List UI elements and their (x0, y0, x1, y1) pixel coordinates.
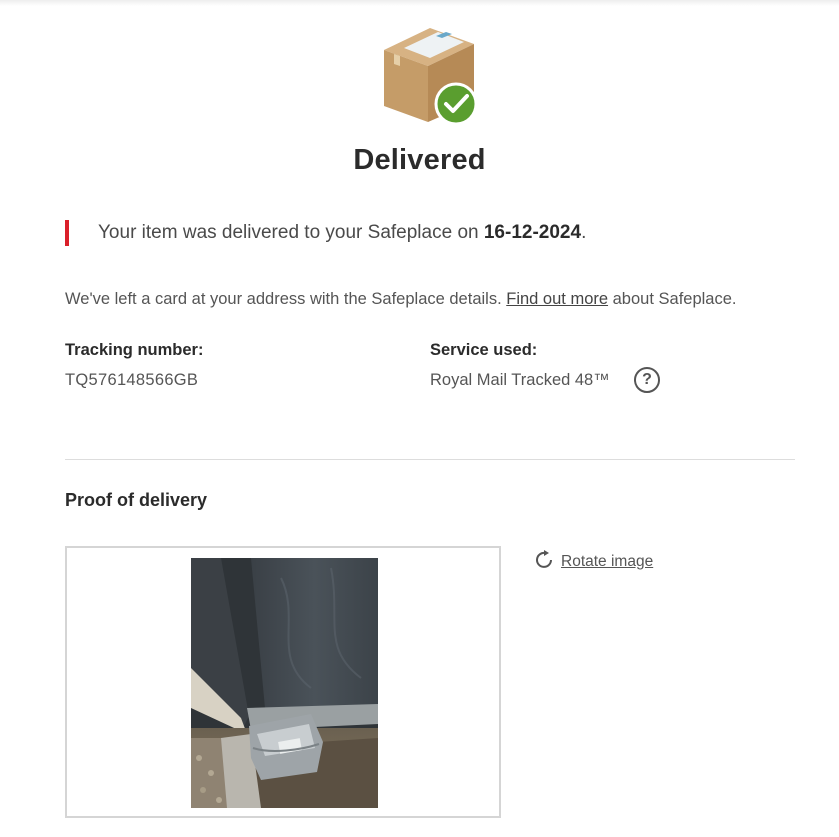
service-used-value: Royal Mail Tracked 48™ (430, 371, 610, 389)
top-shadow-bar (0, 0, 839, 6)
delivery-date: 16-12-2024 (483, 222, 582, 243)
notice-suffix: . (581, 222, 587, 243)
service-used-label: Service used: (430, 341, 538, 359)
find-out-more-link[interactable]: Find out more (506, 290, 608, 308)
notice-text: Your item was delivered to your Safeplac… (98, 222, 484, 243)
rotate-image-label: Rotate image (561, 553, 654, 570)
rotate-image-link[interactable]: Rotate image (535, 550, 653, 572)
question-icon[interactable]: ? (634, 367, 660, 393)
tracking-number-value: TQ576148566GB (65, 371, 199, 389)
rotate-icon (536, 550, 552, 568)
card-message-tail: about Safeplace. (608, 290, 737, 308)
tracking-number-label: Tracking number: (65, 341, 204, 359)
delivery-photo (191, 558, 378, 808)
card-message-text: We've left a card at your address with t… (65, 290, 507, 308)
proof-photo-frame (65, 546, 501, 818)
section-divider (65, 459, 795, 460)
proof-of-delivery-title: Proof of delivery (65, 490, 208, 510)
delivery-notice: Your item was delivered to your Safeplac… (65, 220, 586, 246)
parcel-delivered-icon (380, 22, 480, 126)
status-title: Delivered (353, 144, 486, 176)
card-message: We've left a card at your address with t… (65, 288, 736, 310)
